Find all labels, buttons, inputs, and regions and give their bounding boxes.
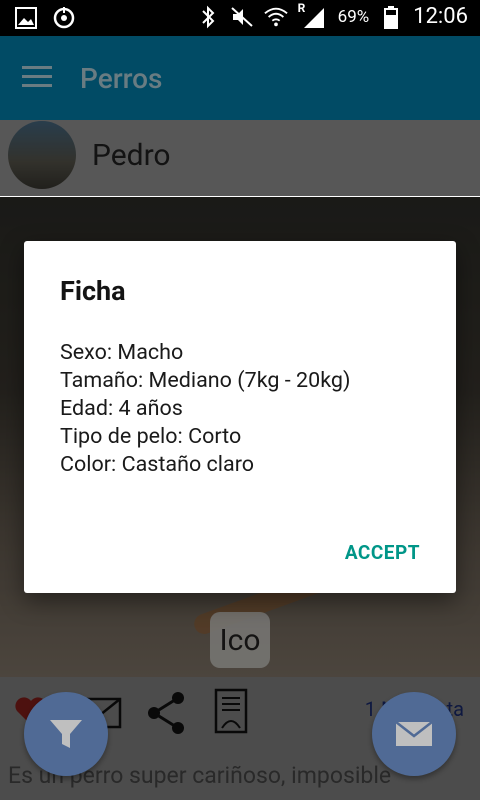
bluetooth-icon — [196, 5, 220, 29]
dialog-body: Sexo: Macho Tamaño: Mediano (7kg - 20kg)… — [60, 339, 350, 479]
clock: 12:06 — [413, 4, 468, 29]
wifi-icon — [263, 5, 288, 29]
battery-icon — [379, 5, 403, 29]
mail-icon — [395, 721, 433, 746]
filter-icon — [50, 720, 82, 748]
dialog-line-age: Edad: 4 años — [60, 396, 183, 421]
accept-button[interactable]: ACCEPT — [345, 541, 420, 564]
mail-button[interactable] — [372, 692, 456, 776]
dialog-line-coat: Tipo de pelo: Corto — [60, 424, 242, 449]
info-dialog: Ficha Sexo: Macho Tamaño: Mediano (7kg -… — [24, 241, 456, 593]
sync-icon — [52, 6, 76, 30]
battery-percent: 69% — [337, 6, 370, 27]
dialog-line-size: Tamaño: Mediano (7kg - 20kg) — [60, 368, 351, 393]
toolbar-title: Perros — [80, 62, 163, 95]
gallery-icon — [14, 6, 38, 30]
app-toolbar: Perros — [0, 36, 480, 120]
dialog-line-color: Color: Castaño claro — [60, 452, 255, 477]
mute-icon — [230, 5, 254, 29]
dialog-line-sex: Sexo: Macho — [60, 340, 184, 365]
filter-button[interactable] — [24, 692, 108, 776]
roaming-indicator: R — [297, 0, 306, 15]
status-bar: R 69% 12:06 — [0, 0, 480, 36]
dialog-title: Ficha — [60, 275, 126, 307]
signal-icon: R — [298, 1, 328, 29]
menu-icon[interactable] — [22, 66, 52, 90]
